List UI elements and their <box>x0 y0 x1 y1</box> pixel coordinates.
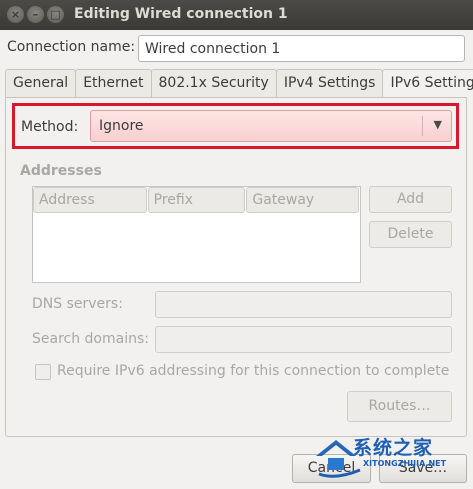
column-header-address[interactable]: Address <box>33 187 147 213</box>
title-bar: × – □ Editing Wired connection 1 <box>0 0 473 30</box>
tab-ethernet[interactable]: Ethernet <box>75 69 152 98</box>
search-domains-label: Search domains: <box>32 331 149 347</box>
chevron-down-icon: ▼ <box>433 118 442 131</box>
watermark-text-cn: 系统之家 <box>353 437 434 459</box>
search-domains-input[interactable] <box>155 326 452 353</box>
window-title: Editing Wired connection 1 <box>74 6 288 22</box>
tab-802-1x-security[interactable]: 802.1x Security <box>150 69 277 98</box>
dns-servers-input[interactable] <box>155 291 452 318</box>
connection-name-label: Connection name: <box>7 39 136 55</box>
addresses-table-header: Address Prefix Gateway <box>33 187 360 214</box>
method-value: Ignore <box>99 118 144 134</box>
method-dropdown[interactable]: Ignore ▼ <box>90 110 452 142</box>
add-address-button[interactable]: Add <box>369 186 452 213</box>
column-header-prefix[interactable]: Prefix <box>147 187 246 213</box>
routes-button[interactable]: Routes… <box>347 391 452 422</box>
require-ipv6-checkbox[interactable] <box>35 364 51 380</box>
tab-bar: General Ethernet 802.1x Security IPv4 Se… <box>5 69 473 99</box>
addresses-title: Addresses <box>20 163 102 179</box>
dropdown-separator <box>422 116 423 136</box>
tab-ipv4-settings[interactable]: IPv4 Settings <box>275 69 384 98</box>
maximize-window-button[interactable]: □ <box>47 6 64 23</box>
delete-address-button[interactable]: Delete <box>369 221 452 248</box>
require-ipv6-label: Require IPv6 addressing for this connect… <box>57 363 450 379</box>
connection-name-input[interactable] <box>138 35 465 62</box>
minimize-window-button[interactable]: – <box>27 6 44 23</box>
tab-ipv6-settings[interactable]: IPv6 Settings <box>382 69 473 99</box>
addresses-table: Address Prefix Gateway <box>32 186 361 283</box>
method-label: Method: <box>21 119 79 135</box>
dns-servers-label: DNS servers: <box>32 296 123 312</box>
column-header-gateway[interactable]: Gateway <box>246 187 359 213</box>
close-window-button[interactable]: × <box>7 6 24 23</box>
watermark-text-en: XITONGZHIJIA.NET <box>363 459 447 468</box>
tab-general[interactable]: General <box>5 69 77 98</box>
